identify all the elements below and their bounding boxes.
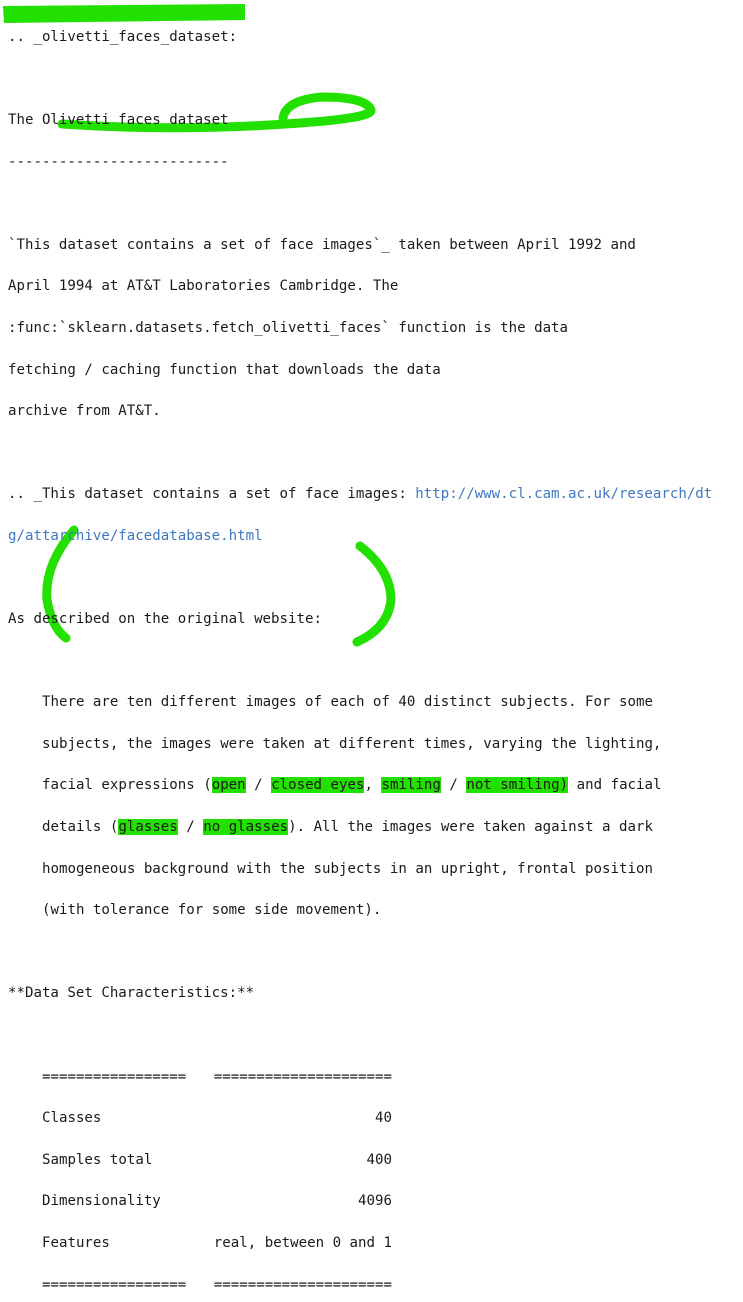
row-label: Dimensionality xyxy=(42,1193,161,1210)
table-rule: ================= ===================== xyxy=(42,1276,392,1293)
title-underline: -------------------------- xyxy=(8,153,229,170)
document-text: .. _olivetti_faces_dataset: The Olivetti… xyxy=(8,6,712,1302)
row-label: Samples total xyxy=(42,1151,153,1168)
row-value: 40 xyxy=(375,1110,392,1127)
row-label: Classes xyxy=(42,1110,102,1127)
intro-line: April 1994 at AT&T Laboratories Cambridg… xyxy=(8,278,399,295)
table-row: Dimensionality 4096 xyxy=(8,1191,712,1212)
face-images-ref: dataset contains a set of face images xyxy=(58,236,373,253)
dataset-url-link-cont[interactable]: g/attarchive/facedatabase.html xyxy=(8,528,263,544)
intro-line: `This dataset contains a set of face ima… xyxy=(8,236,636,253)
quote-line: homogeneous background with the subjects… xyxy=(42,860,653,877)
intro-line: archive from AT&T. xyxy=(8,403,161,420)
quote-line: (with tolerance for some side movement). xyxy=(42,902,382,919)
highlight-open: open xyxy=(211,777,246,794)
row-value: 400 xyxy=(366,1151,392,1168)
table-rule: ================= ===================== xyxy=(42,1068,392,1085)
table-row: Features real, between 0 and 1 xyxy=(8,1233,712,1254)
row-value: real, between 0 and 1 xyxy=(213,1235,392,1252)
highlight-not-smiling: not smiling) xyxy=(466,777,569,794)
section-label: .. _olivetti_faces_dataset: xyxy=(8,28,238,45)
described-text: As described on the original website: xyxy=(8,611,322,628)
highlight-glasses: glasses xyxy=(118,819,178,836)
table-row: Samples total 400 xyxy=(8,1150,712,1171)
row-label: Features xyxy=(42,1235,110,1252)
quote-line: facial expressions (open / closed eyes, … xyxy=(42,777,662,794)
quote-line: There are ten different images of each o… xyxy=(42,694,653,711)
intro-line: fetching / caching function that downloa… xyxy=(8,361,441,378)
page-title: The Olivetti faces dataset xyxy=(8,111,229,128)
quote-line: subjects, the images were taken at diffe… xyxy=(42,735,662,752)
row-value: 4096 xyxy=(358,1193,392,1210)
highlight-smiling: smiling xyxy=(381,777,441,794)
dataset-url-link[interactable]: http://www.cl.cam.ac.uk/research/dt xyxy=(415,486,712,502)
highlight-no-glasses: no glasses xyxy=(203,819,289,836)
intro-line: :func:`sklearn.datasets.fetch_olivetti_f… xyxy=(8,319,569,336)
table-row: Classes 40 xyxy=(8,1108,712,1129)
reference-line: .. _This dataset contains a set of face … xyxy=(8,486,713,503)
highlight-closed-eyes: closed eyes xyxy=(271,777,365,794)
quote-line: details (glasses / no glasses). All the … xyxy=(42,819,653,836)
characteristics-heading: **Data Set Characteristics:** xyxy=(8,985,255,1002)
